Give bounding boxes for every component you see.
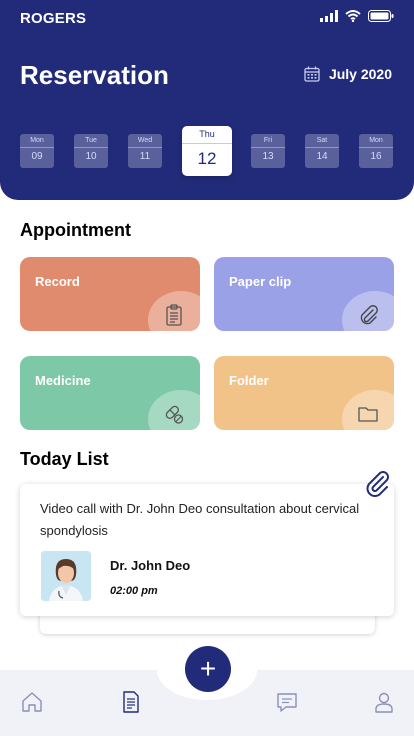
chat-icon[interactable] [275, 690, 299, 714]
pill-icon [165, 405, 184, 424]
day-tue-10[interactable]: Tue 10 [74, 134, 108, 168]
appointment-description: Video call with Dr. John Deo consultatio… [40, 501, 360, 538]
document-icon[interactable] [119, 690, 143, 714]
card-label: Medicine [35, 373, 91, 388]
card-label: Folder [229, 373, 269, 388]
doctor-name: Dr. John Deo [110, 558, 191, 573]
folder-icon [358, 407, 378, 422]
day-number: 11 [139, 151, 151, 162]
day-name: Mon [359, 135, 393, 148]
today-list-heading: Today List [20, 449, 109, 469]
appointment-heading: Appointment [20, 220, 131, 240]
day-number: 10 [85, 151, 97, 162]
day-number: 12 [197, 149, 217, 168]
day-mon-16[interactable]: Mon 16 [359, 134, 393, 168]
calendar-icon [304, 66, 320, 82]
day-sat-14[interactable]: Sat 14 [305, 134, 339, 168]
day-number: 14 [316, 151, 328, 162]
day-name: Thu [182, 126, 232, 144]
header: ROGERS Reservation July 2020 Mon 09 Tue … [0, 0, 414, 200]
date-strip: Mon 09 Tue 10 Wed 11 Thu 12 Fri 13 Sat 1… [20, 126, 394, 176]
signal-icon [320, 10, 338, 22]
day-number: 09 [31, 151, 43, 162]
day-name: Mon [20, 135, 54, 148]
card-label: Record [35, 274, 80, 289]
avatar [41, 551, 91, 601]
wifi-icon [345, 10, 361, 22]
month-label: July 2020 [328, 66, 392, 82]
add-button[interactable]: + [185, 646, 231, 692]
paper-clip-icon [360, 305, 378, 325]
list-item[interactable]: Video call with Dr. John Deo consultatio… [20, 484, 394, 616]
day-name: Tue [74, 135, 108, 148]
day-name: Sat [305, 135, 339, 148]
paper-clip-icon[interactable] [362, 468, 392, 498]
day-wed-11[interactable]: Wed 11 [128, 134, 162, 168]
profile-icon[interactable] [372, 690, 396, 714]
medicine-card[interactable]: Medicine [20, 356, 200, 430]
day-mon-09[interactable]: Mon 09 [20, 134, 54, 168]
carrier-name: ROGERS [20, 10, 87, 27]
clipboard-icon [166, 304, 182, 326]
day-number: 16 [370, 151, 382, 162]
status-icons [320, 10, 394, 22]
battery-icon [368, 10, 394, 22]
day-thu-12-selected[interactable]: Thu 12 [182, 126, 232, 176]
page-title: Reservation [20, 60, 169, 90]
appointment-time: 02:00 pm [110, 585, 158, 597]
card-label: Paper clip [229, 274, 292, 289]
paper-clip-card[interactable]: Paper clip [214, 257, 394, 331]
folder-card[interactable]: Folder [214, 356, 394, 430]
home-icon[interactable] [20, 690, 44, 714]
day-name: Fri [251, 135, 285, 148]
month-selector[interactable]: July 2020 [304, 66, 392, 82]
record-card[interactable]: Record [20, 257, 200, 331]
day-number: 13 [262, 151, 274, 162]
day-name: Wed [128, 135, 162, 148]
day-fri-13[interactable]: Fri 13 [251, 134, 285, 168]
